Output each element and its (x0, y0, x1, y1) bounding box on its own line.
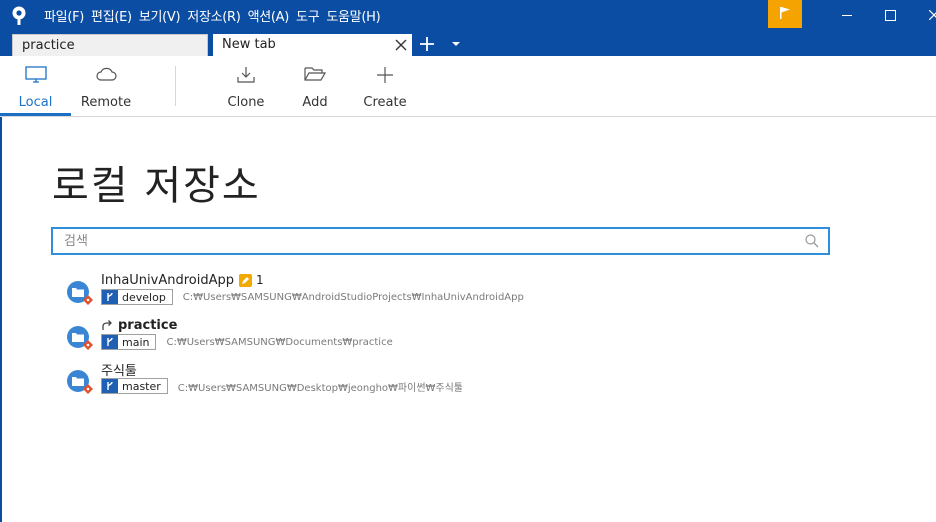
repo-folder-icon (67, 370, 93, 394)
local-button[interactable]: Local (0, 56, 71, 116)
repo-path: C:₩Users₩SAMSUNG₩AndroidStudioProjects₩I… (182, 291, 524, 303)
minimize-button[interactable] (826, 0, 870, 31)
local-label: Local (18, 95, 53, 110)
tab-strip: practice New tab (0, 31, 936, 56)
branch-icon (102, 379, 118, 393)
repo-folder-icon (67, 281, 93, 305)
menu-view[interactable]: 보기(V) (139, 6, 181, 25)
page-title: 로컬 저장소 (52, 163, 261, 209)
pencil-icon (239, 273, 252, 287)
change-count: 1 (256, 273, 264, 287)
window-border (0, 117, 2, 522)
close-icon (929, 10, 936, 20)
monitor-icon (24, 66, 47, 83)
branch-name: master (122, 379, 161, 393)
download-icon (237, 67, 255, 83)
menu-repository[interactable]: 저장소(R) (187, 6, 241, 25)
branch-badge: develop (101, 289, 173, 305)
menu-actions[interactable]: 액션(A) (248, 6, 290, 25)
toolbar: Local Remote Clone Add Create (0, 56, 936, 117)
cloud-icon (96, 67, 117, 81)
repo-list-item[interactable]: 주식툴 master C:₩Users₩SAMSUNG₩Desktop₩jeon… (66, 361, 766, 401)
repo-name: InhaUnivAndroidApp (101, 272, 234, 288)
branch-name: develop (122, 290, 166, 304)
toolbar-divider (175, 66, 176, 106)
close-tab-icon[interactable] (395, 39, 407, 51)
branch-icon (102, 335, 118, 349)
notifications-button[interactable] (768, 0, 802, 28)
flag-icon (780, 7, 790, 19)
repo-list-item[interactable]: practice main C:₩Users₩SAMSUNG₩Documents… (66, 317, 766, 357)
folder-open-icon (304, 67, 326, 81)
close-window-button[interactable] (910, 0, 936, 31)
repo-name: practice (118, 317, 178, 333)
search-input[interactable] (64, 231, 784, 251)
plus-icon (377, 67, 393, 83)
menu-help[interactable]: 도움말(H) (326, 6, 380, 25)
menu-edit[interactable]: 편집(E) (91, 6, 132, 25)
redo-arrow-icon (102, 320, 112, 330)
remote-button[interactable]: Remote (71, 56, 141, 116)
repo-path: C:₩Users₩SAMSUNG₩Desktop₩jeongho₩파이썬₩주식툴 (177, 382, 464, 394)
search-icon (805, 234, 819, 248)
menu-tools[interactable]: 도구 (296, 6, 320, 25)
tab-list-chevron-down-icon[interactable] (448, 34, 464, 54)
menu-file[interactable]: 파일(F) (44, 6, 84, 25)
active-tab-indicator (0, 113, 71, 116)
menu-bar: 파일(F) 편집(E) 보기(V) 저장소(R) 액션(A) 도구 도움말(H) (44, 0, 387, 31)
search-box[interactable] (51, 227, 830, 255)
add-label: Add (302, 95, 328, 110)
tab-practice[interactable]: practice (12, 34, 208, 56)
repo-folder-icon (67, 326, 93, 350)
branch-name: main (122, 335, 150, 349)
new-tab-plus-icon[interactable] (418, 34, 436, 54)
clone-label: Clone (227, 95, 265, 110)
branch-icon (102, 290, 118, 304)
repo-name: 주식툴 (101, 363, 137, 379)
tab-new-tab[interactable]: New tab (213, 34, 412, 56)
clone-button[interactable]: Clone (216, 56, 276, 116)
tab-label: New tab (222, 37, 276, 52)
create-button[interactable]: Create (355, 56, 415, 116)
maximize-button[interactable] (868, 0, 912, 31)
add-button[interactable]: Add (287, 56, 343, 116)
repo-list-item[interactable]: InhaUnivAndroidApp 1 develop C:₩Users₩SA… (66, 272, 766, 312)
repo-path: C:₩Users₩SAMSUNG₩Documents₩practice (166, 336, 393, 348)
create-label: Create (363, 95, 407, 110)
tab-label: practice (22, 38, 75, 53)
remote-label: Remote (80, 95, 132, 110)
branch-badge: main (101, 334, 157, 350)
sourcetree-logo-icon (11, 6, 27, 26)
branch-badge: master (101, 378, 168, 394)
title-bar: 파일(F) 편집(E) 보기(V) 저장소(R) 액션(A) 도구 도움말(H) (0, 0, 936, 31)
